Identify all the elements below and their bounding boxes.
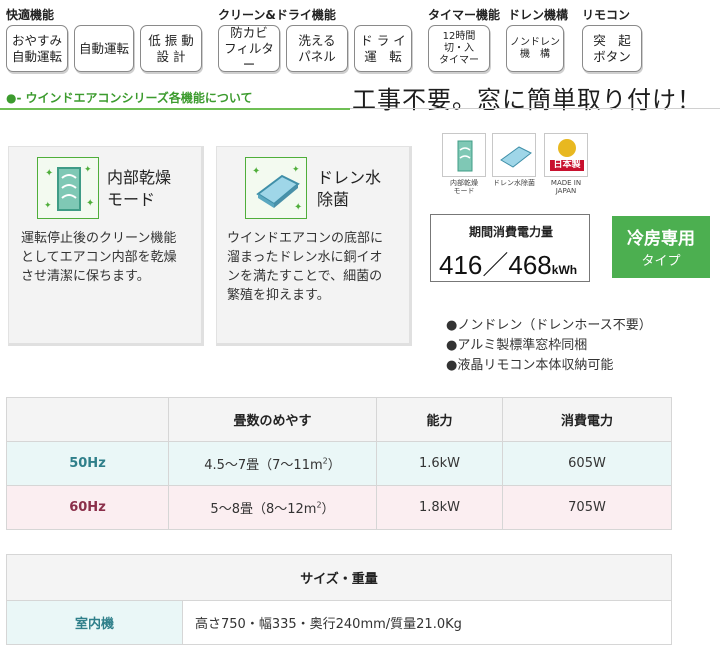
svg-text:✦: ✦ — [84, 165, 92, 175]
hz-50-label: 50Hz — [6, 441, 169, 486]
feature-card-drain: ✦ ✦ ✦ ドレン水 除菌 ウインドエアコンの底部に 溜まったドレン水に銅イオ … — [216, 146, 412, 346]
made-in-japan-text: 日本製 — [553, 160, 581, 170]
made-in-japan-icon: 日本製 — [544, 133, 588, 177]
feature-button-raised-buttons[interactable]: 突 起 ボタン — [582, 25, 642, 72]
feature-button-auto[interactable]: 自動運転 — [74, 25, 134, 72]
svg-text:✦: ✦ — [44, 201, 52, 211]
cooling-only-badge: 冷房専用 タイプ — [612, 216, 710, 278]
tagline: 工事不要。窓に簡単取り付け！ — [352, 86, 702, 114]
dry-mode-icon — [442, 133, 486, 177]
bullet-dot-icon: ●- — [6, 91, 22, 105]
spec-header-blank — [6, 397, 169, 442]
power-value: 416／468kWh — [439, 245, 577, 282]
section-heading-text: ウインドエアコンシリーズ各機能について — [25, 91, 253, 105]
table-row: 室内機 高さ750・幅335・奥行240mm/質量21.0Kg — [6, 600, 672, 645]
power-unit: kWh — [551, 263, 578, 277]
sparkle-tray-icon: ✦ ✦ ✦ — [245, 157, 307, 219]
spec-table-header: 畳数のめやす 能力 消費電力 — [6, 397, 672, 442]
area-60: 5〜8畳（8〜12m2） — [168, 485, 377, 530]
feature-card-dry-title: 内部乾燥 モード — [107, 168, 172, 209]
section-heading: ●- ウインドエアコンシリーズ各機能について — [6, 89, 253, 106]
spec-table: 畳数のめやす 能力 消費電力 50Hz 4.5〜7畳（7〜11m2） 1.6kW… — [6, 397, 672, 530]
size-weight-table: サイズ・重量 室内機 高さ750・幅335・奥行240mm/質量21.0Kg — [6, 554, 672, 645]
power-consumption-box: 期間消費電力量 416／468kWh — [430, 214, 590, 282]
size-weight-header: サイズ・重量 — [6, 554, 672, 601]
cooling-only-line2: タイプ — [641, 254, 681, 269]
area-50-tail: ） — [327, 458, 341, 473]
feature-card-dry: ✦ ✦ ✦ ✦ 内部乾燥 モード 運転停止後のクリーン機能 としてエアコン内部を… — [8, 146, 204, 346]
feature-button-timer[interactable]: 12時間 切・入 タイマー — [428, 25, 490, 72]
feature-group-clean-dry-title: クリーン&ドライ機能 — [218, 8, 336, 22]
spec-header-capacity: 能力 — [376, 397, 503, 442]
svg-text:✦: ✦ — [292, 165, 300, 175]
indoor-unit-value: 高さ750・幅335・奥行240mm/質量21.0Kg — [182, 600, 672, 645]
section-divider-gray — [350, 108, 720, 109]
capacity-50: 1.6kW — [376, 441, 503, 486]
power-title: 期間消費電力量 — [468, 225, 553, 239]
bullet-aluminum-frame: ●アルミ製標準窓枠同梱 — [446, 338, 588, 353]
feature-button-dry-mode[interactable]: ド ラ イ 運 転 — [354, 25, 412, 72]
spec-header-power: 消費電力 — [502, 397, 672, 442]
indoor-unit-label: 室内機 — [6, 600, 183, 645]
table-row: 50Hz 4.5〜7畳（7〜11m2） 1.6kW 605W — [6, 441, 672, 486]
feature-card-dry-body: 運転停止後のクリーン機能 としてエアコン内部を乾燥 させ清潔に保ちます。 — [21, 231, 177, 284]
hz-60-label: 60Hz — [6, 485, 169, 530]
sparkle-panel-icon: ✦ ✦ ✦ ✦ — [37, 157, 99, 219]
drain-sterilize-icon — [492, 133, 536, 177]
dry-mode-label: 内部乾燥 モード — [450, 179, 478, 195]
area-60-tail: ） — [321, 502, 335, 517]
capacity-60: 1.8kW — [376, 485, 503, 530]
cooling-only-line1: 冷房専用 — [627, 229, 695, 249]
power-60: 705W — [502, 485, 672, 530]
svg-text:✦: ✦ — [45, 168, 53, 179]
feature-button-non-drain[interactable]: ノンドレン 機 構 — [506, 25, 564, 72]
feature-button-low-vibration[interactable]: 低 振 動 設 計 — [140, 25, 202, 72]
svg-text:✦: ✦ — [252, 166, 260, 177]
feature-button-washable-panel[interactable]: 洗える パネル — [286, 25, 348, 72]
svg-text:✦: ✦ — [86, 198, 94, 209]
feature-button-sleep-auto[interactable]: おやすみ 自動運転 — [6, 25, 68, 72]
svg-text:✦: ✦ — [294, 202, 302, 213]
bullet-non-drain: ●ノンドレン（ドレンホース不要） — [446, 318, 652, 333]
feature-card-drain-body: ウインドエアコンの底部に 溜まったドレン水に銅イオ ンを満たすことで、細菌の 繁… — [227, 231, 384, 303]
size-table-header: サイズ・重量 — [6, 554, 672, 601]
feature-card-drain-title: ドレン水 除菌 — [317, 168, 382, 209]
area-60-text: 5〜8畳（8〜12m — [210, 502, 317, 517]
feature-button-antimold-filter[interactable]: 防カビ フィルター — [218, 25, 280, 72]
spec-header-area: 畳数のめやす — [168, 397, 377, 442]
power-50: 605W — [502, 441, 672, 486]
bullet-remote-storage: ●液晶リモコン本体収納可能 — [446, 358, 614, 373]
power-number: 416／468 — [439, 250, 552, 280]
area-50: 4.5〜7畳（7〜11m2） — [168, 441, 377, 486]
section-divider — [0, 108, 350, 110]
feature-group-comfort-title: 快適機能 — [6, 8, 55, 22]
drain-sterilize-label: ドレン水除菌 — [493, 179, 535, 187]
feature-group-timer-title: タイマー機能 — [428, 8, 501, 22]
table-row: 60Hz 5〜8畳（8〜12m2） 1.8kW 705W — [6, 485, 672, 530]
feature-group-drain-title: ドレン機構 — [508, 8, 569, 22]
area-50-text: 4.5〜7畳（7〜11m — [204, 458, 323, 473]
made-in-japan-sublabel: MADE IN JAPAN — [550, 179, 582, 195]
feature-group-remote-title: リモコン — [582, 8, 631, 22]
